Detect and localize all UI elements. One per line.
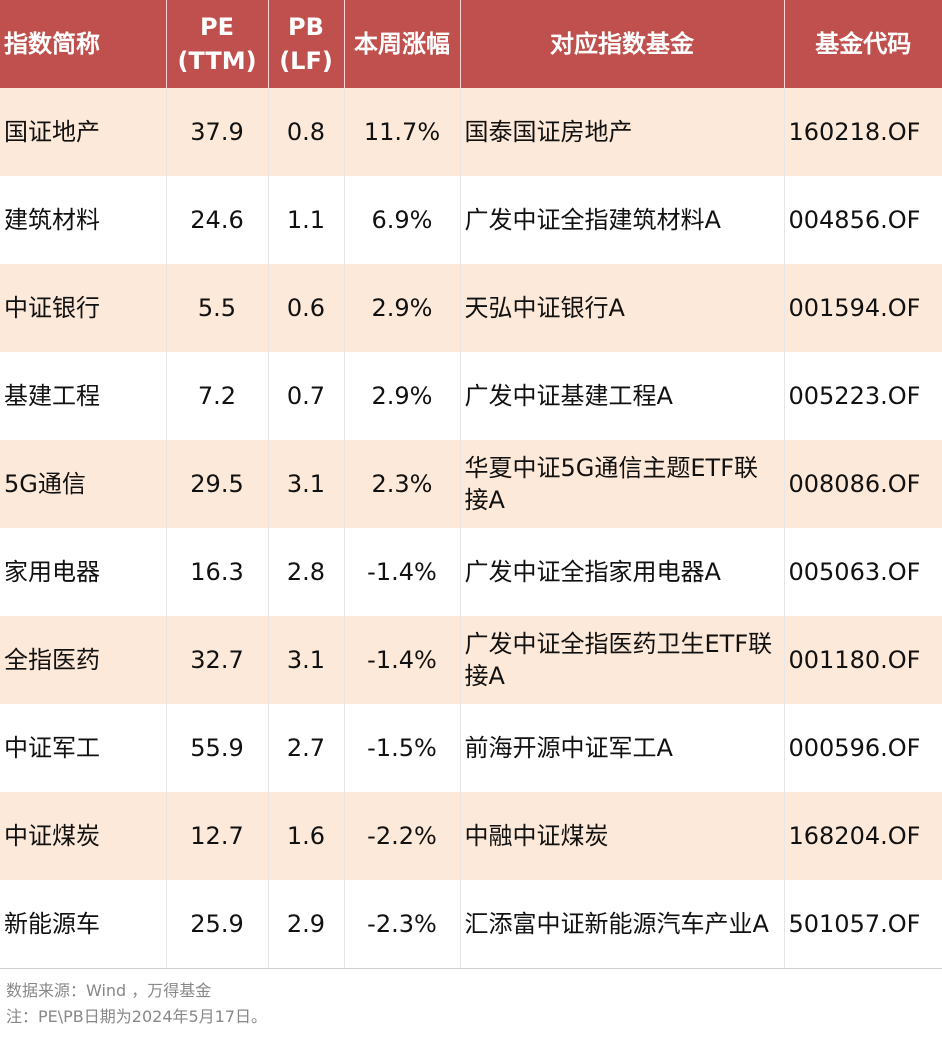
footer-source: 数据来源：Wind ，万得基金 [6, 981, 212, 1000]
cell-fund-code: 005063.OF [784, 528, 942, 616]
table-row: 基建工程 7.2 0.7 2.9% 广发中证基建工程A 005223.OF [0, 352, 942, 440]
cell-pe: 12.7 [166, 792, 269, 880]
cell-fund-code: 008086.OF [784, 440, 942, 528]
page: Wind 指数简称 PE (TTM) PB (LF) 本周涨幅 对应指数基金 基… [0, 0, 942, 1041]
table-row: 国证地产 37.9 0.8 11.7% 国泰国证房地产 160218.OF [0, 88, 942, 176]
header-pb: PB (LF) [268, 0, 345, 88]
header-index-name: 指数简称 [0, 0, 167, 88]
cell-pb: 0.6 [268, 264, 345, 352]
cell-weekly-change: 2.9% [344, 352, 461, 440]
cell-fund-code: 000596.OF [784, 704, 942, 792]
cell-weekly-change: -2.3% [344, 880, 461, 968]
cell-index-name: 中证军工 [0, 704, 167, 792]
cell-weekly-change: 6.9% [344, 176, 461, 264]
cell-weekly-change: -1.4% [344, 528, 461, 616]
header-fund-code: 基金代码 [784, 0, 942, 88]
cell-weekly-change: -1.5% [344, 704, 461, 792]
cell-fund-name: 广发中证全指医药卫生ETF联接A [460, 616, 785, 704]
table-row: 新能源车 25.9 2.9 -2.3% 汇添富中证新能源汽车产业A 501057.OF [0, 880, 942, 968]
cell-index-name: 新能源车 [0, 880, 167, 968]
cell-fund-name: 广发中证全指建筑材料A [460, 176, 785, 264]
cell-fund-code: 501057.OF [784, 880, 942, 968]
cell-pb: 2.9 [268, 880, 345, 968]
cell-weekly-change: 2.9% [344, 264, 461, 352]
cell-pe: 37.9 [166, 88, 269, 176]
table-row: 全指医药 32.7 3.1 -1.4% 广发中证全指医药卫生ETF联接A 001180.O… [0, 616, 942, 704]
table-row: 家用电器 16.3 2.8 -1.4% 广发中证全指家用电器A 005063.OF [0, 528, 942, 616]
table-row: 5G通信 29.5 3.1 2.3% 华夏中证5G通信主题ETF联接A 008086.OF [0, 440, 942, 528]
cell-pb: 3.1 [268, 616, 345, 704]
table-row: 中证银行 5.5 0.6 2.9% 天弘中证银行A 001594.OF [0, 264, 942, 352]
cell-fund-code: 168204.OF [784, 792, 942, 880]
table-body: 国证地产 37.9 0.8 11.7% 国泰国证房地产 160218.OF 建筑材料 24.6… [0, 88, 942, 968]
cell-pe: 5.5 [166, 264, 269, 352]
cell-fund-code: 005223.OF [784, 352, 942, 440]
cell-pb: 0.8 [268, 88, 345, 176]
cell-pb: 2.7 [268, 704, 345, 792]
cell-index-name: 基建工程 [0, 352, 167, 440]
cell-fund-code: 001180.OF [784, 616, 942, 704]
cell-pb: 2.8 [268, 528, 345, 616]
table-bottom-divider [0, 968, 942, 969]
table-header-row: 指数简称 PE (TTM) PB (LF) 本周涨幅 对应指数基金 基金代码 [0, 0, 942, 88]
cell-fund-name: 天弘中证银行A [460, 264, 785, 352]
cell-fund-name: 广发中证基建工程A [460, 352, 785, 440]
cell-index-name: 中证煤炭 [0, 792, 167, 880]
cell-pb: 0.7 [268, 352, 345, 440]
cell-index-name: 5G通信 [0, 440, 167, 528]
cell-index-name: 家用电器 [0, 528, 167, 616]
cell-pe: 32.7 [166, 616, 269, 704]
cell-fund-name: 广发中证全指家用电器A [460, 528, 785, 616]
cell-pb: 1.1 [268, 176, 345, 264]
index-fund-table: 指数简称 PE (TTM) PB (LF) 本周涨幅 对应指数基金 基金代码 国… [0, 0, 942, 968]
cell-pe: 25.9 [166, 880, 269, 968]
table-row: 建筑材料 24.6 1.1 6.9% 广发中证全指建筑材料A 004856.OF [0, 176, 942, 264]
table-row: 中证煤炭 12.7 1.6 -2.2% 中融中证煤炭 168204.OF [0, 792, 942, 880]
cell-index-name: 国证地产 [0, 88, 167, 176]
footer: 数据来源：Wind ，万得基金 注：PE\PB日期为2024年5月17日。 [6, 978, 267, 1030]
cell-fund-name: 国泰国证房地产 [460, 88, 785, 176]
cell-weekly-change: -1.4% [344, 616, 461, 704]
cell-pb: 3.1 [268, 440, 345, 528]
cell-pe: 55.9 [166, 704, 269, 792]
cell-fund-code: 160218.OF [784, 88, 942, 176]
cell-index-name: 全指医药 [0, 616, 167, 704]
cell-pe: 16.3 [166, 528, 269, 616]
footer-note: 注：PE\PB日期为2024年5月17日。 [6, 1007, 268, 1026]
cell-fund-code: 001594.OF [784, 264, 942, 352]
cell-weekly-change: 2.3% [344, 440, 461, 528]
cell-fund-name: 华夏中证5G通信主题ETF联接A [460, 440, 785, 528]
header-pe: PE (TTM) [166, 0, 269, 88]
header-fund-name: 对应指数基金 [460, 0, 785, 88]
cell-fund-name: 前海开源中证军工A [460, 704, 785, 792]
cell-fund-name: 汇添富中证新能源汽车产业A [460, 880, 785, 968]
cell-weekly-change: -2.2% [344, 792, 461, 880]
cell-index-name: 中证银行 [0, 264, 167, 352]
cell-pe: 7.2 [166, 352, 269, 440]
cell-fund-name: 中融中证煤炭 [460, 792, 785, 880]
cell-weekly-change: 11.7% [344, 88, 461, 176]
cell-pb: 1.6 [268, 792, 345, 880]
header-weekly-change: 本周涨幅 [344, 0, 461, 88]
cell-pe: 29.5 [166, 440, 269, 528]
cell-fund-code: 004856.OF [784, 176, 942, 264]
cell-index-name: 建筑材料 [0, 176, 167, 264]
cell-pe: 24.6 [166, 176, 269, 264]
table-row: 中证军工 55.9 2.7 -1.5% 前海开源中证军工A 000596.OF [0, 704, 942, 792]
